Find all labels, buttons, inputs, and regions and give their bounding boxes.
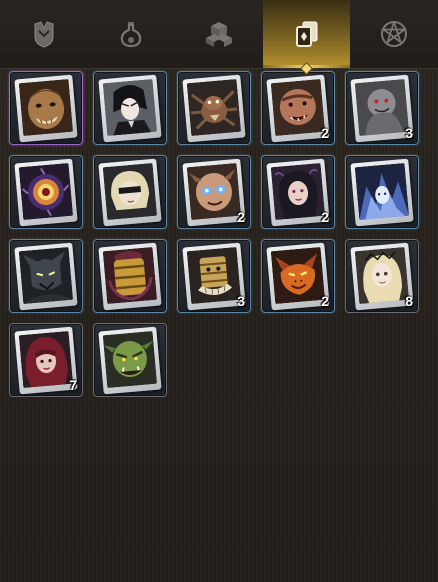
card-slot[interactable] xyxy=(345,155,419,229)
card-dark-maiden-portrait xyxy=(270,162,326,221)
cards-icon xyxy=(295,21,318,47)
card-frame xyxy=(98,242,162,311)
pentagram-icon xyxy=(381,21,408,47)
card-ogre-portrait xyxy=(18,78,74,137)
card-count: 3 xyxy=(405,125,413,141)
card-blonde-doll-portrait xyxy=(354,246,410,305)
tab-divider xyxy=(0,68,438,69)
card-goblin-blue-eyes-portrait xyxy=(186,162,242,221)
card-count: 7 xyxy=(69,377,77,393)
card-slot[interactable] xyxy=(9,71,83,145)
card-brute-portrait xyxy=(270,78,326,137)
card-slot[interactable] xyxy=(93,323,167,397)
card-count: 2 xyxy=(321,125,329,141)
card-frame xyxy=(350,158,414,227)
card-golden-barrel-portrait xyxy=(102,246,158,305)
card-frost-spirit-portrait xyxy=(354,162,410,221)
card-count: 2 xyxy=(321,209,329,225)
armor-icon xyxy=(34,21,54,48)
card-barrel-golem-portrait xyxy=(186,246,242,305)
card-blonde-masked-portrait xyxy=(102,162,158,221)
card-slot[interactable]: 7 xyxy=(9,323,83,397)
card-grey-beast-portrait xyxy=(354,78,410,137)
card-grid: 2 3 2 2 3 2 8 7 xyxy=(9,71,429,397)
card-red-haired-girl-portrait xyxy=(18,330,74,389)
card-fire-dragon-portrait xyxy=(270,246,326,305)
card-frame xyxy=(182,74,246,143)
card-shadow-knight-portrait xyxy=(18,246,74,305)
inventory-tab-bar xyxy=(0,0,438,75)
card-slot[interactable]: 3 xyxy=(345,71,419,145)
card-slot[interactable]: 3 xyxy=(177,239,251,313)
card-slot[interactable]: 2 xyxy=(177,155,251,229)
card-count: 2 xyxy=(237,209,245,225)
card-slot[interactable] xyxy=(9,155,83,229)
card-slot[interactable] xyxy=(177,71,251,145)
card-slot[interactable]: 8 xyxy=(345,239,419,313)
card-frame xyxy=(14,74,78,143)
card-slot[interactable]: 2 xyxy=(261,239,335,313)
tab-materials[interactable] xyxy=(175,0,263,68)
tab-pentagram[interactable] xyxy=(350,0,438,68)
card-count: 2 xyxy=(321,293,329,309)
card-green-orc-portrait xyxy=(102,330,158,389)
card-frame xyxy=(98,74,162,143)
card-slot[interactable]: 2 xyxy=(261,71,335,145)
tab-potions[interactable] xyxy=(88,0,176,68)
card-slot[interactable] xyxy=(93,71,167,145)
card-spider-portrait xyxy=(186,78,242,137)
card-frame xyxy=(98,326,162,395)
card-count: 3 xyxy=(237,293,245,309)
tab-cards[interactable] xyxy=(262,0,351,75)
materials-icon xyxy=(205,22,232,47)
card-frame xyxy=(14,242,78,311)
card-eye-orb-portrait xyxy=(18,162,74,221)
card-count: 8 xyxy=(405,293,413,309)
potion-icon xyxy=(121,22,142,48)
card-frame xyxy=(98,158,162,227)
card-slot[interactable]: 2 xyxy=(261,155,335,229)
tab-armor[interactable] xyxy=(0,0,88,68)
card-frame xyxy=(14,158,78,227)
card-slot[interactable] xyxy=(9,239,83,313)
card-dark-swordsman-portrait xyxy=(102,78,158,137)
card-slot[interactable] xyxy=(93,155,167,229)
card-slot[interactable] xyxy=(93,239,167,313)
